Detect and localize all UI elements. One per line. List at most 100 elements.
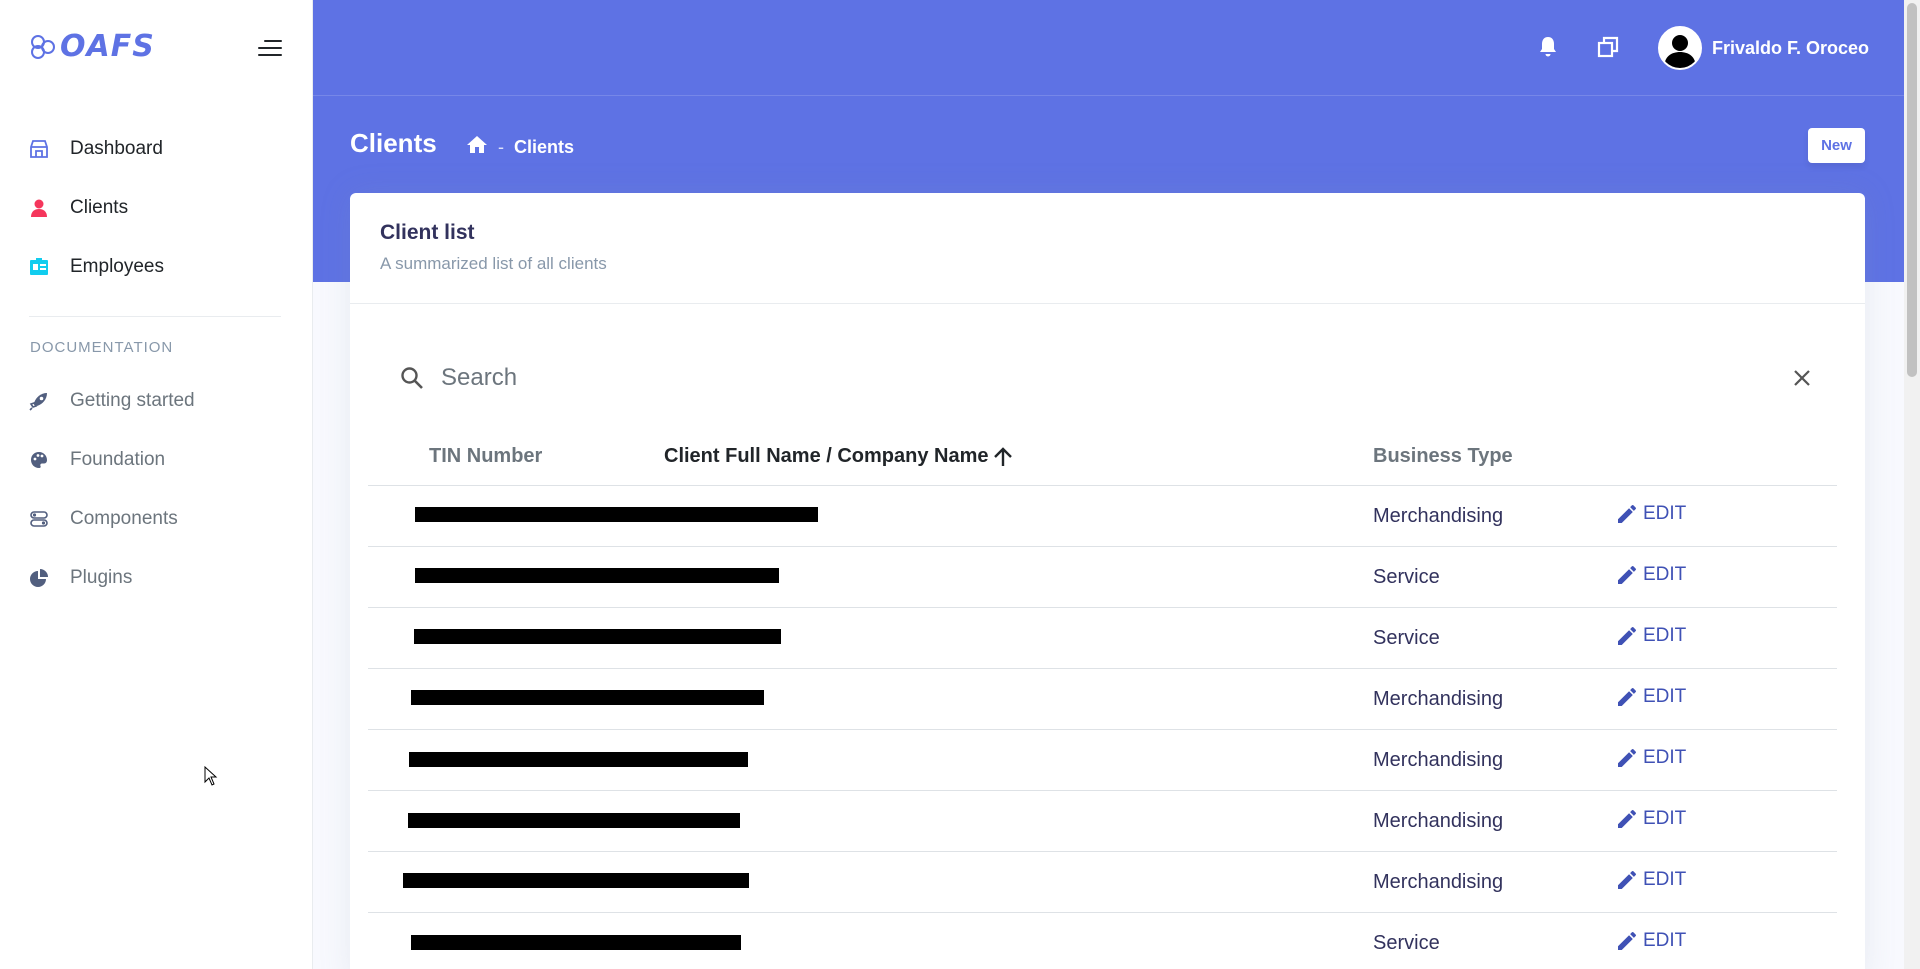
new-client-button[interactable]: New bbox=[1808, 128, 1865, 163]
redaction-bar bbox=[414, 629, 781, 644]
home-icon[interactable] bbox=[466, 135, 488, 159]
business-type-cell: Service bbox=[1373, 627, 1440, 649]
scrollbar-thumb[interactable] bbox=[1907, 3, 1917, 377]
pencil-icon bbox=[1618, 627, 1636, 645]
business-type-cell: Merchandising bbox=[1373, 749, 1504, 771]
business-type-cell: Merchandising bbox=[1373, 871, 1504, 893]
pencil-icon bbox=[1618, 688, 1636, 706]
client-list-card: Client list A summarized list of all cli… bbox=[350, 193, 1865, 969]
sidebar-item-label: Components bbox=[70, 507, 178, 529]
card-header: Client list A summarized list of all cli… bbox=[350, 193, 1865, 304]
redaction-bar bbox=[415, 568, 779, 583]
business-type-cell: Merchandising bbox=[1373, 810, 1504, 832]
edit-button[interactable]: EDIT bbox=[1615, 685, 1686, 709]
badge-icon bbox=[29, 257, 49, 277]
logo-icon bbox=[31, 35, 55, 59]
business-type-cell: Merchandising bbox=[1373, 505, 1504, 527]
user-menu[interactable]: Frivaldo F. Oroceo bbox=[1658, 26, 1869, 70]
window-restore-icon[interactable] bbox=[1595, 34, 1621, 60]
edit-button[interactable]: EDIT bbox=[1615, 624, 1686, 648]
pencil-icon bbox=[1618, 566, 1636, 584]
edit-label: EDIT bbox=[1643, 503, 1687, 524]
table-row: Merchandising EDIT bbox=[368, 791, 1837, 852]
edit-button[interactable]: EDIT bbox=[1615, 746, 1686, 770]
column-header-business-type[interactable]: Business Type bbox=[1373, 445, 1513, 468]
sidebar-item-label: Clients bbox=[70, 196, 129, 218]
main-nav: Dashboard Clients Employees bbox=[0, 119, 313, 296]
sidebar-item-dashboard[interactable]: Dashboard bbox=[0, 119, 313, 178]
table-row: Service EDIT bbox=[368, 608, 1837, 669]
redaction-bar bbox=[411, 935, 741, 950]
pie-chart-icon bbox=[29, 568, 49, 588]
menu-line bbox=[258, 54, 282, 56]
sidebar-item-clients[interactable]: Clients bbox=[0, 178, 313, 237]
pencil-icon bbox=[1618, 810, 1636, 828]
close-icon[interactable] bbox=[1790, 366, 1814, 390]
palette-icon bbox=[29, 450, 49, 470]
edit-button[interactable]: EDIT bbox=[1615, 868, 1686, 892]
edit-label: EDIT bbox=[1643, 686, 1687, 707]
user-icon bbox=[29, 198, 49, 218]
ui-components-icon bbox=[29, 509, 49, 529]
pencil-icon bbox=[1618, 505, 1636, 523]
sidebar-item-getting-started[interactable]: Getting started bbox=[0, 371, 313, 430]
edit-button[interactable]: EDIT bbox=[1615, 929, 1686, 953]
redaction-bar bbox=[403, 873, 749, 888]
table-row: Service EDIT bbox=[368, 913, 1837, 969]
brand-logo[interactable]: OAFS bbox=[30, 30, 155, 64]
table-row: Service EDIT bbox=[368, 547, 1837, 608]
brand-name: OAFS bbox=[60, 29, 155, 64]
edit-label: EDIT bbox=[1643, 869, 1687, 890]
sidebar-item-label: Dashboard bbox=[70, 137, 163, 159]
breadcrumb: - Clients bbox=[466, 135, 574, 159]
clients-table: TIN Number Client Full Name / Company Na… bbox=[368, 425, 1837, 969]
sidebar-item-foundation[interactable]: Foundation bbox=[0, 430, 313, 489]
redaction-bar bbox=[408, 813, 740, 828]
breadcrumb-current[interactable]: Clients bbox=[514, 137, 574, 158]
business-type-cell: Service bbox=[1373, 932, 1440, 954]
table-row: Merchandising EDIT bbox=[368, 669, 1837, 730]
sidebar-item-label: Foundation bbox=[70, 448, 166, 470]
redaction-bar bbox=[415, 507, 818, 522]
sidebar-item-components[interactable]: Components bbox=[0, 489, 313, 548]
sidebar: OAFS Dashboard Clients Employees DOCUMEN… bbox=[0, 0, 313, 969]
menu-line bbox=[258, 47, 282, 49]
search-input[interactable] bbox=[441, 364, 1741, 392]
column-header-tin[interactable]: TIN Number bbox=[429, 445, 542, 468]
edit-label: EDIT bbox=[1643, 930, 1687, 951]
edit-button[interactable]: EDIT bbox=[1615, 807, 1686, 831]
edit-button[interactable]: EDIT bbox=[1615, 563, 1686, 587]
pencil-icon bbox=[1618, 871, 1636, 889]
column-header-name[interactable]: Client Full Name / Company Name bbox=[664, 445, 1014, 468]
sidebar-item-plugins[interactable]: Plugins bbox=[0, 548, 313, 607]
card-subtitle: A summarized list of all clients bbox=[380, 254, 607, 273]
table-row: Merchandising EDIT bbox=[368, 486, 1837, 547]
bell-icon[interactable] bbox=[1535, 34, 1561, 60]
edit-label: EDIT bbox=[1643, 625, 1687, 646]
column-header-label: Client Full Name / Company Name bbox=[664, 445, 989, 467]
table-row: Merchandising EDIT bbox=[368, 730, 1837, 791]
search-bar bbox=[399, 353, 1814, 403]
menu-line bbox=[264, 40, 282, 42]
mouse-cursor-icon bbox=[204, 766, 218, 786]
pencil-icon bbox=[1618, 749, 1636, 767]
edit-label: EDIT bbox=[1643, 564, 1687, 585]
business-type-cell: Merchandising bbox=[1373, 688, 1504, 710]
card-title: Client list bbox=[380, 221, 475, 244]
sidebar-item-label: Getting started bbox=[70, 389, 195, 411]
sidebar-item-label: Plugins bbox=[70, 566, 133, 588]
business-type-cell: Service bbox=[1373, 566, 1440, 588]
shop-icon bbox=[29, 139, 49, 159]
sidebar-item-employees[interactable]: Employees bbox=[0, 237, 313, 296]
header-divider bbox=[313, 95, 1904, 96]
sidebar-toggle-button[interactable] bbox=[258, 38, 282, 58]
page-title: Clients bbox=[350, 128, 437, 158]
pencil-icon bbox=[1618, 932, 1636, 950]
rocket-icon bbox=[29, 391, 49, 411]
search-icon bbox=[401, 367, 423, 389]
page-scrollbar[interactable] bbox=[1904, 0, 1920, 969]
sidebar-item-label: Employees bbox=[70, 255, 164, 277]
docs-heading: DOCUMENTATION bbox=[30, 339, 174, 356]
avatar bbox=[1658, 26, 1702, 70]
edit-button[interactable]: EDIT bbox=[1615, 502, 1686, 526]
